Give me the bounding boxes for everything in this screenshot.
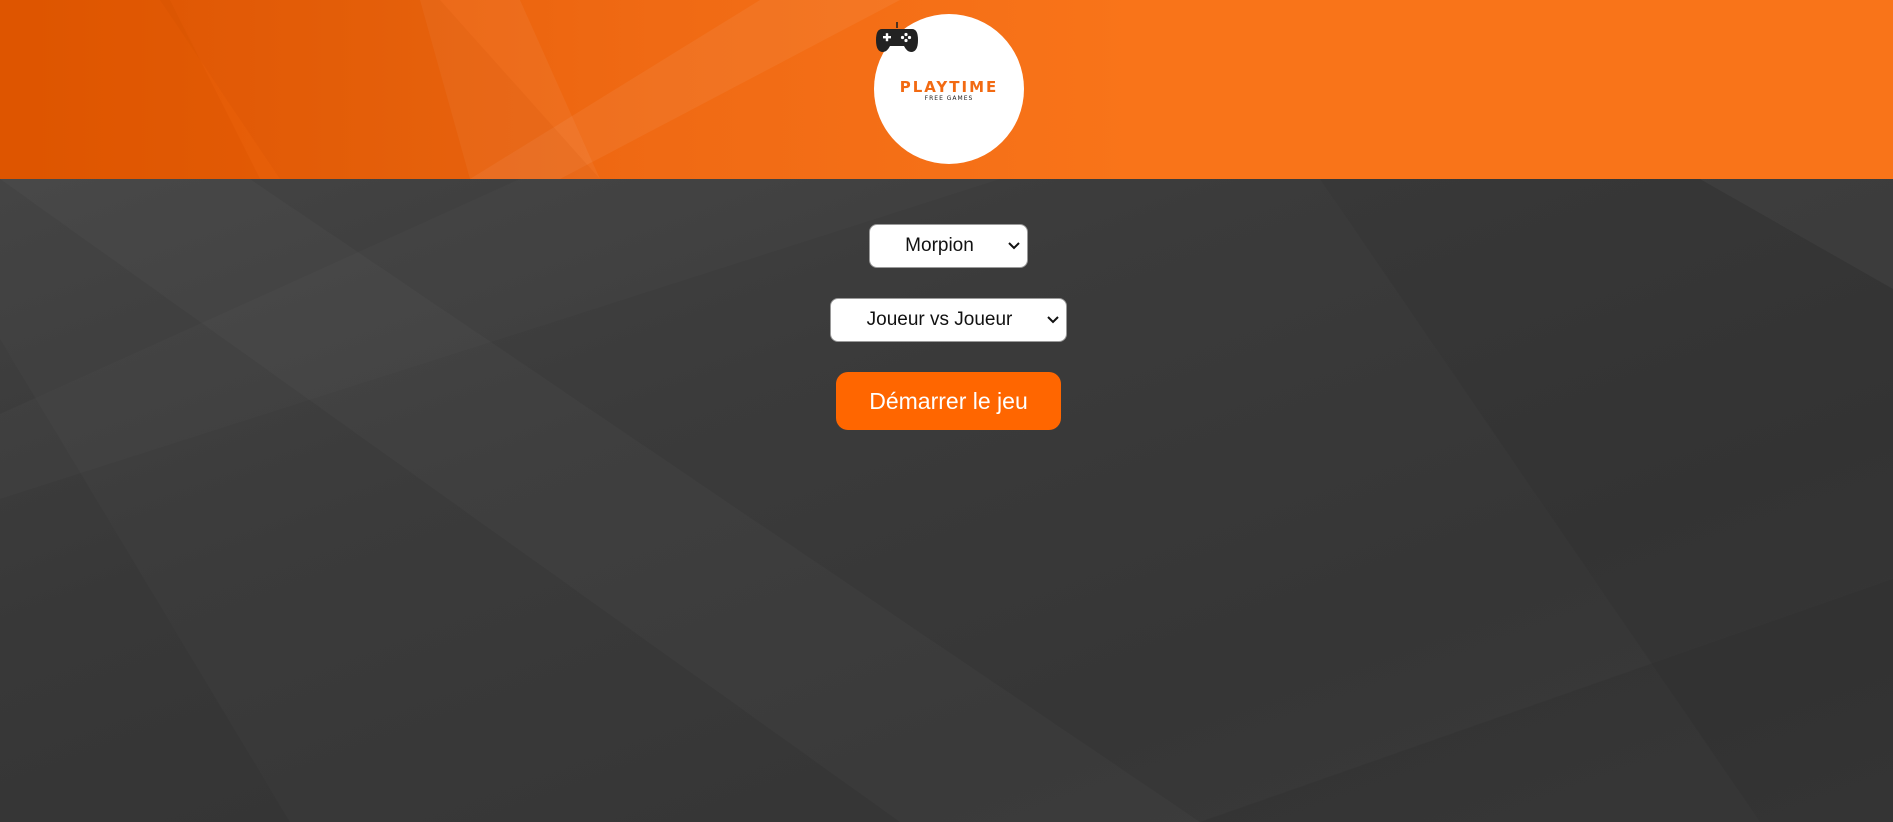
header-banner: PLAYTIME FREE GAMES — [0, 0, 1893, 179]
chevron-down-icon — [1047, 316, 1059, 324]
mode-select[interactable]: Joueur vs Joueur — [830, 298, 1067, 342]
gamepad-icon — [876, 22, 918, 52]
start-game-button[interactable]: Démarrer le jeu — [836, 372, 1061, 430]
game-select-value: Morpion — [905, 235, 974, 256]
background-decoration — [0, 179, 1893, 822]
game-select[interactable]: Morpion — [869, 224, 1028, 268]
mode-select-value: Joueur vs Joueur — [866, 309, 1013, 330]
logo-subtitle: FREE GAMES — [924, 95, 974, 102]
playtime-logo[interactable]: PLAYTIME FREE GAMES — [874, 14, 1024, 164]
logo-title: PLAYTIME — [899, 78, 999, 96]
page-background — [0, 179, 1893, 822]
chevron-down-icon — [1008, 242, 1020, 250]
